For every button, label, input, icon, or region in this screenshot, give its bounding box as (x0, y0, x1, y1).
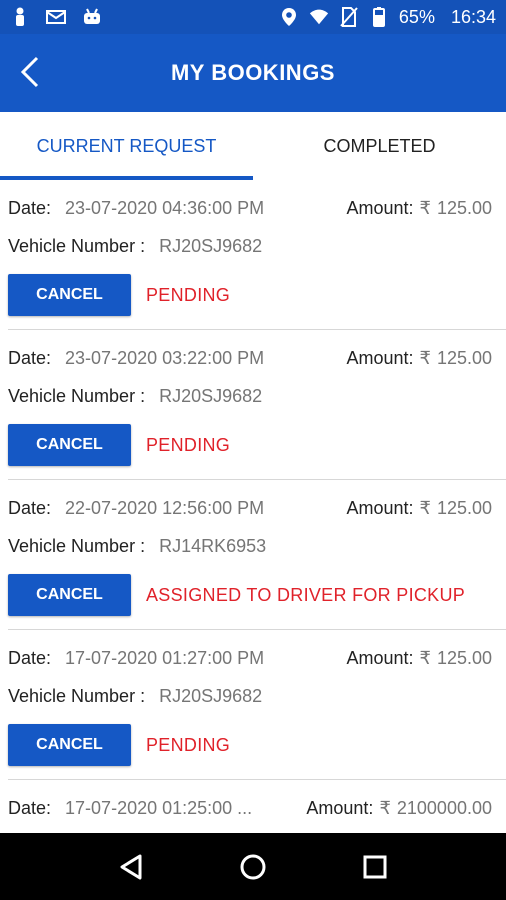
amount-label: Amount: (346, 648, 414, 668)
date-label: Date: (8, 648, 52, 668)
no-sim-icon (339, 7, 359, 27)
app-bar: MY BOOKINGS (0, 34, 506, 112)
date-value: 22-07-2020 12:56:00 PM (65, 498, 265, 518)
status-badge: ASSIGNED TO DRIVER FOR PICKUP (146, 584, 466, 605)
vehicle-value: RJ20SJ9682 (159, 236, 263, 256)
cancel-button[interactable]: CANCEL (8, 274, 131, 316)
bookings-list[interactable]: Date: 23-07-2020 04:36:00 PM Amount: ₹ 1… (0, 180, 506, 833)
date-value: 23-07-2020 03:22:00 PM (65, 348, 265, 368)
tab-completed[interactable]: COMPLETED (253, 112, 506, 180)
nav-back-button[interactable] (111, 847, 151, 887)
date-value: 17-07-2020 01:25:00 ... (65, 798, 253, 818)
cancel-button[interactable]: CANCEL (8, 724, 131, 766)
vehicle-label: Vehicle Number : (8, 536, 146, 556)
tab-current-request[interactable]: CURRENT REQUEST (0, 112, 253, 180)
booking-card: Date: 22-07-2020 12:56:00 PM Amount: ₹ 1… (8, 480, 506, 630)
triangle-back-icon (120, 854, 142, 879)
amount-label: Amount: (346, 498, 414, 518)
android-icon (82, 7, 102, 27)
booking-card: Date: 23-07-2020 04:36:00 PM Amount: ₹ 1… (8, 180, 506, 330)
rupee-icon: ₹ (419, 648, 431, 668)
amount-value: 125.00 (436, 198, 492, 218)
date-value: 17-07-2020 01:27:00 PM (65, 648, 265, 668)
vehicle-label: Vehicle Number : (8, 236, 146, 256)
booking-card: Date: 23-07-2020 03:22:00 PM Amount: ₹ 1… (8, 330, 506, 480)
circle-home-icon (240, 854, 266, 879)
back-arrow-icon (20, 56, 39, 88)
amount-value: 125.00 (436, 498, 492, 518)
location-icon (279, 7, 299, 27)
date-value: 23-07-2020 04:36:00 PM (65, 198, 265, 218)
vehicle-label: Vehicle Number : (8, 386, 146, 406)
date-label: Date: (8, 348, 52, 368)
status-badge: PENDING (146, 434, 231, 455)
clock: 16:34 (450, 6, 496, 27)
vehicle-value: RJ20SJ9682 (159, 686, 263, 706)
square-recents-icon (363, 855, 387, 878)
rupee-icon: ₹ (379, 798, 391, 818)
amount-label: Amount: (346, 198, 414, 218)
amount-value: 2100000.00 (396, 798, 492, 818)
date-label: Date: (8, 798, 52, 818)
vehicle-label: Vehicle Number : (8, 686, 146, 706)
wifi-icon (309, 7, 329, 27)
tab-bar: CURRENT REQUEST COMPLETED (0, 112, 506, 180)
rupee-icon: ₹ (419, 198, 431, 218)
back-button[interactable] (12, 54, 48, 90)
vehicle-value: RJ14RK6953 (159, 536, 267, 556)
status-bar: 65% 16:34 (0, 0, 506, 34)
battery-percent: 65% (398, 6, 435, 27)
rupee-icon: ₹ (419, 498, 431, 518)
booking-card: Date: 17-07-2020 01:27:00 PM Amount: ₹ 1… (8, 630, 506, 780)
vehicle-value: RJ20SJ9682 (159, 386, 263, 406)
nav-recents-button[interactable] (355, 847, 395, 887)
battery-icon (369, 7, 389, 27)
cancel-button[interactable]: CANCEL (8, 574, 131, 616)
amount-label: Amount: (346, 348, 414, 368)
nav-home-button[interactable] (233, 847, 273, 887)
status-badge: PENDING (146, 284, 231, 305)
amount-value: 125.00 (436, 348, 492, 368)
person-icon (10, 7, 30, 27)
amount-value: 125.00 (436, 648, 492, 668)
date-label: Date: (8, 498, 52, 518)
cancel-button[interactable]: CANCEL (8, 424, 131, 466)
amount-label: Amount: (306, 798, 374, 818)
page-title: MY BOOKINGS (170, 60, 335, 85)
email-icon (46, 7, 66, 27)
system-nav-bar (0, 833, 506, 900)
status-badge: PENDING (146, 734, 231, 755)
date-label: Date: (8, 198, 52, 218)
booking-card: Date: 17-07-2020 01:25:00 ... Amount: ₹ … (8, 780, 506, 833)
rupee-icon: ₹ (419, 348, 431, 368)
